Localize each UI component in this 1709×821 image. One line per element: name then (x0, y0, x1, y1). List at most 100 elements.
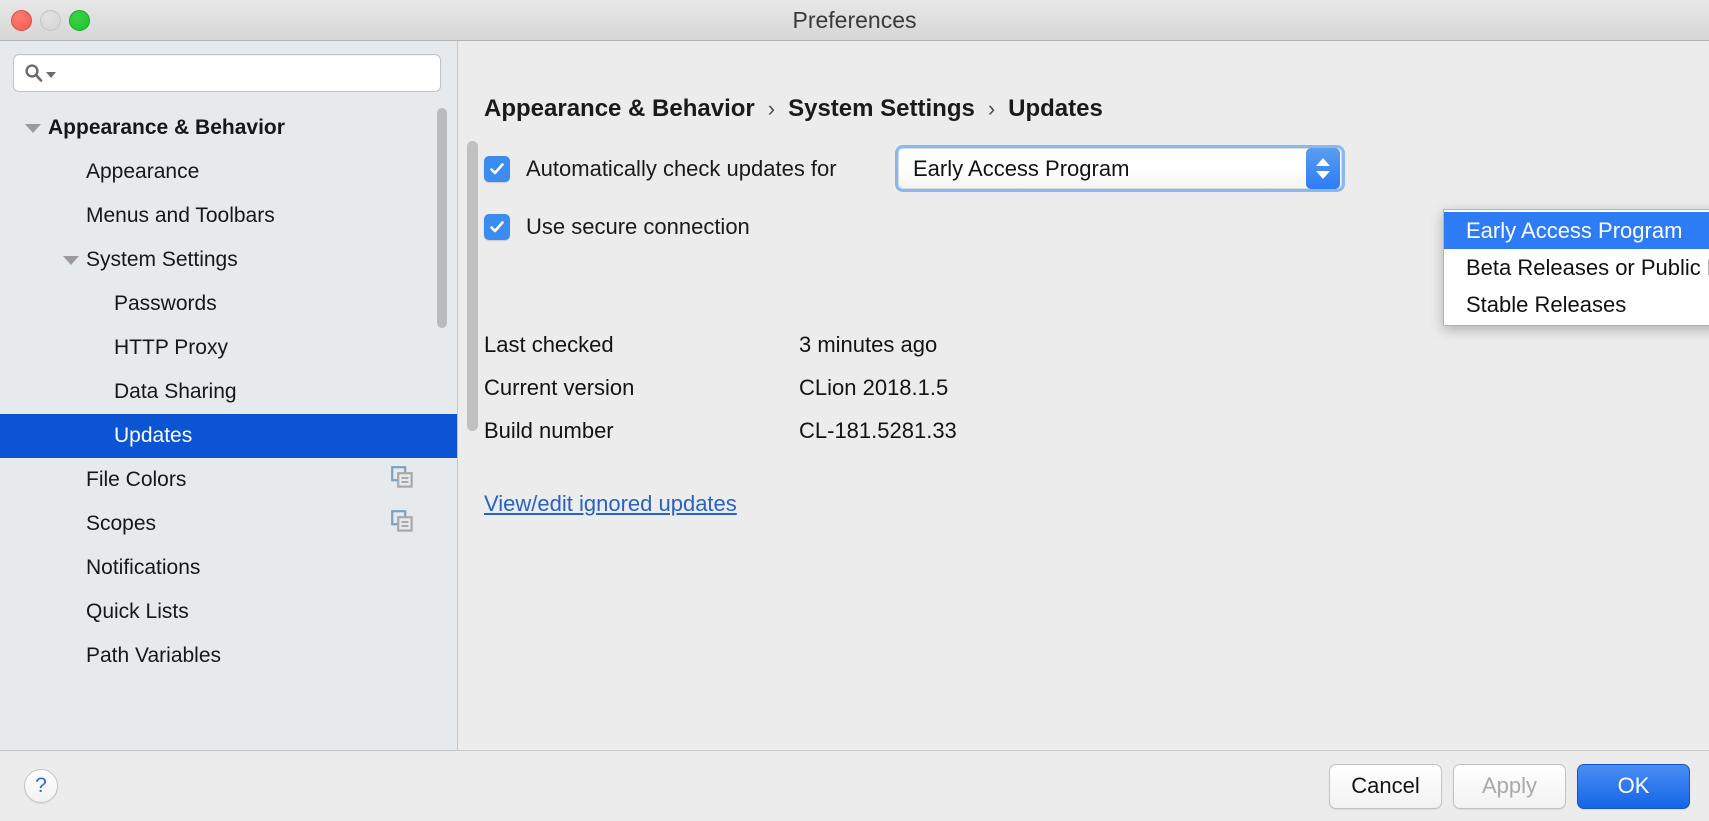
help-button[interactable]: ? (24, 769, 58, 803)
sidebar-item-label: Menus and Toolbars (86, 204, 275, 228)
update-channel-select[interactable]: Early Access Program (895, 145, 1345, 192)
main-scrollbar-thumb[interactable] (467, 141, 478, 431)
sidebar-item-label: Appearance (86, 160, 199, 184)
tree-spacer (88, 425, 110, 447)
sidebar-item-system-settings[interactable]: System Settings (0, 238, 457, 282)
auto-check-updates-checkbox[interactable] (484, 156, 510, 182)
table-row: Build number CL-181.5281.33 (484, 409, 957, 452)
chevron-down-icon (1316, 171, 1330, 179)
tree-spacer (60, 469, 82, 491)
settings-detail-pane: Appearance & Behavior › System Settings … (458, 41, 1709, 750)
info-value: CLion 2018.1.5 (799, 375, 948, 401)
dropdown-option-beta-releases[interactable]: Beta Releases or Public Previews (1444, 249, 1709, 286)
sidebar-item-label: Data Sharing (114, 380, 237, 404)
sidebar-scrollbar-thumb[interactable] (437, 108, 447, 328)
breadcrumb: Appearance & Behavior › System Settings … (458, 41, 1709, 123)
tree-spacer (88, 337, 110, 359)
table-row: Last checked 3 minutes ago (484, 323, 957, 366)
tree-spacer (60, 205, 82, 227)
search-icon (24, 63, 56, 83)
sidebar-item-data-sharing[interactable]: Data Sharing (0, 370, 457, 414)
sidebar-item-http-proxy[interactable]: HTTP Proxy (0, 326, 457, 370)
sidebar-item-file-colors[interactable]: File Colors (0, 458, 457, 502)
breadcrumb-separator-icon: › (988, 96, 995, 122)
select-stepper-icon[interactable] (1306, 148, 1340, 189)
preferences-window: Preferences Appearance & Behavio (0, 0, 1709, 821)
sidebar-item-label: File Colors (86, 468, 186, 492)
settings-sidebar: Appearance & Behavior Appearance Menus and… (0, 41, 458, 750)
chevron-up-icon (1316, 158, 1330, 166)
cancel-button[interactable]: Cancel (1329, 764, 1442, 809)
minimize-window-button[interactable] (40, 10, 61, 31)
chevron-down-icon (63, 256, 79, 265)
table-row: Current version CLion 2018.1.5 (484, 366, 957, 409)
settings-tree: Appearance & Behavior Appearance Menus and… (0, 103, 457, 750)
sidebar-item-updates[interactable]: Updates (0, 414, 457, 458)
search-container (0, 41, 457, 103)
search-input[interactable] (62, 63, 430, 83)
view-edit-ignored-updates-link[interactable]: View/edit ignored updates (484, 491, 737, 517)
use-secure-connection-checkbox[interactable] (484, 214, 510, 240)
select-value: Early Access Program (899, 156, 1306, 182)
update-info-table: Last checked 3 minutes ago Current versi… (484, 323, 957, 452)
sidebar-item-label: Updates (114, 424, 192, 448)
sidebar-item-label: Passwords (114, 292, 217, 316)
auto-check-updates-label: Automatically check updates for (526, 156, 837, 182)
copy-settings-icon[interactable] (391, 510, 413, 538)
use-secure-connection-label: Use secure connection (526, 214, 750, 240)
apply-button[interactable]: Apply (1453, 764, 1566, 809)
search-box[interactable] (13, 54, 441, 92)
tree-spacer (60, 557, 82, 579)
checkmark-icon (488, 218, 506, 236)
tree-spacer (60, 645, 82, 667)
window-body: Appearance & Behavior Appearance Menus and… (0, 41, 1709, 750)
sidebar-item-label: Appearance & Behavior (48, 116, 285, 140)
copy-settings-icon[interactable] (391, 466, 413, 494)
breadcrumb-item-2[interactable]: Updates (1008, 95, 1103, 123)
sidebar-item-passwords[interactable]: Passwords (0, 282, 457, 326)
chevron-down-icon (25, 124, 41, 133)
tree-spacer (88, 293, 110, 315)
sidebar-item-notifications[interactable]: Notifications (0, 546, 457, 590)
tree-spacer (60, 161, 82, 183)
close-window-button[interactable] (11, 10, 32, 31)
window-title: Preferences (0, 7, 1709, 34)
sidebar-item-label: Notifications (86, 556, 200, 580)
sidebar-item-label: HTTP Proxy (114, 336, 228, 360)
sidebar-item-label: Path Variables (86, 644, 221, 668)
traffic-light-group (11, 0, 90, 41)
dropdown-option-stable-releases[interactable]: Stable Releases (1444, 286, 1709, 323)
checkmark-icon (488, 160, 506, 178)
breadcrumb-item-1[interactable]: System Settings (788, 95, 975, 123)
auto-check-updates-row: Automatically check updates for Early Ac… (458, 156, 1709, 182)
select-box[interactable]: Early Access Program (898, 148, 1342, 189)
zoom-window-button[interactable] (69, 10, 90, 31)
sidebar-item-label: Quick Lists (86, 600, 189, 624)
info-key: Last checked (484, 332, 799, 358)
ok-button[interactable]: OK (1577, 764, 1690, 809)
search-dropdown-chevron-icon[interactable] (46, 72, 56, 78)
tree-expand-arrow-icon[interactable] (22, 117, 44, 139)
dropdown-option-early-access[interactable]: Early Access Program (1444, 212, 1709, 249)
sidebar-item-menus-and-toolbars[interactable]: Menus and Toolbars (0, 194, 457, 238)
breadcrumb-item-0[interactable]: Appearance & Behavior (484, 95, 755, 123)
title-bar: Preferences (0, 0, 1709, 41)
tree-spacer (60, 601, 82, 623)
info-key: Build number (484, 418, 799, 444)
sidebar-item-appearance-behavior[interactable]: Appearance & Behavior (0, 106, 457, 150)
tree-spacer (60, 513, 82, 535)
info-key: Current version (484, 375, 799, 401)
sidebar-item-label: System Settings (86, 248, 238, 272)
breadcrumb-separator-icon: › (768, 96, 775, 122)
info-value: CL-181.5281.33 (799, 418, 957, 444)
info-value: 3 minutes ago (799, 332, 937, 358)
tree-expand-arrow-icon[interactable] (60, 249, 82, 271)
sidebar-item-quick-lists[interactable]: Quick Lists (0, 590, 457, 634)
sidebar-item-path-variables[interactable]: Path Variables (0, 634, 457, 678)
sidebar-item-scopes[interactable]: Scopes (0, 502, 457, 546)
sidebar-item-label: Scopes (86, 512, 156, 536)
update-channel-dropdown-list[interactable]: Early Access Program Beta Releases or Pu… (1443, 209, 1709, 326)
tree-spacer (88, 381, 110, 403)
dialog-footer: ? Cancel Apply OK (0, 750, 1709, 821)
sidebar-item-appearance[interactable]: Appearance (0, 150, 457, 194)
